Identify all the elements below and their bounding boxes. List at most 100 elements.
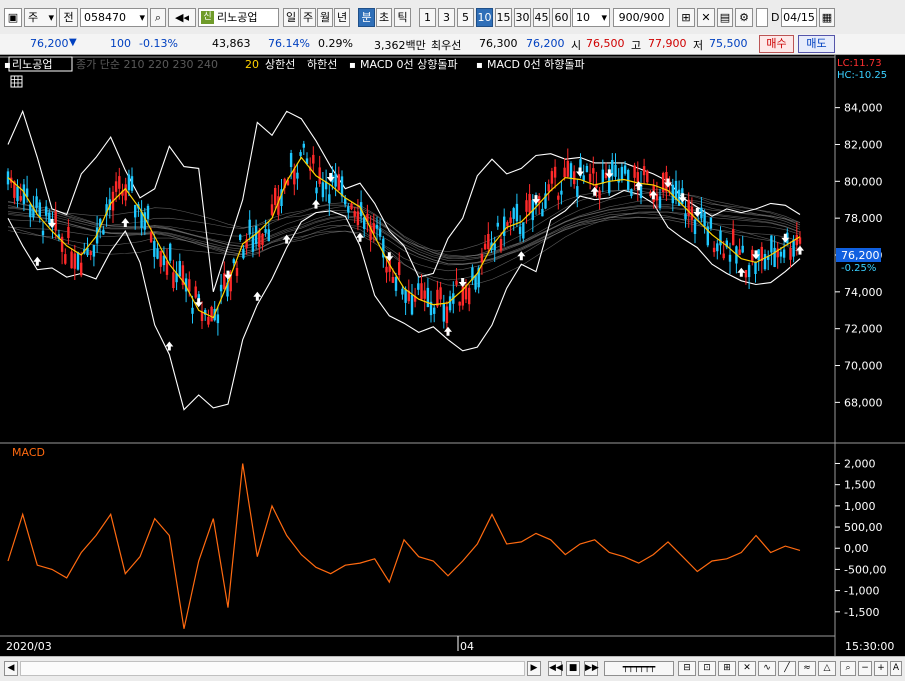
- y-tick-label: 78,000: [844, 212, 883, 225]
- shrink-icon[interactable]: ⊟: [678, 661, 696, 676]
- period-2[interactable]: 월: [317, 8, 333, 27]
- sell-button[interactable]: 매도: [798, 35, 835, 53]
- interval-5[interactable]: 5: [457, 8, 474, 27]
- interval-60[interactable]: 60: [552, 8, 571, 27]
- interval-10[interactable]: 10: [476, 8, 493, 27]
- period-6[interactable]: 틱: [394, 8, 411, 27]
- font-icon[interactable]: A: [890, 661, 902, 676]
- y-tick-label: 68,000: [844, 396, 883, 409]
- trend-icon[interactable]: ∿: [758, 661, 776, 676]
- legend-lower: 하한선: [307, 57, 337, 71]
- macd-tick-label: 0,00: [844, 542, 869, 555]
- stock-name-field[interactable]: 신 리노공업: [198, 8, 279, 27]
- candle-body: [716, 243, 719, 252]
- line-tool-icon[interactable]: ╱: [778, 661, 796, 676]
- candle-body: [474, 275, 477, 290]
- zoom-slider[interactable]: ┯┯┯┯┯┯: [604, 661, 674, 676]
- magnify-icon[interactable]: ⌕: [840, 661, 856, 676]
- candle-body: [102, 229, 105, 235]
- candle-body: [153, 240, 156, 257]
- best-quote-label: 최우선: [431, 39, 462, 52]
- chart-toolbar: ▣ 주 ▾ 전 058470 ▾ ⌕ ◀◂ 신 리노공업 일주월년분초틱 1 3 5 10 1…: [0, 0, 905, 35]
- date-prefix: D: [771, 11, 780, 24]
- prev-button[interactable]: 전: [59, 8, 78, 27]
- legend-ma20: 20: [245, 58, 259, 71]
- cross-icon[interactable]: ✕: [738, 661, 756, 676]
- candle-body: [512, 208, 515, 219]
- macd-tick-label: -500,00: [844, 563, 886, 576]
- expand-icon[interactable]: ⊞: [718, 661, 736, 676]
- layout-icon[interactable]: ▣: [4, 8, 22, 27]
- interval-1[interactable]: 1: [419, 8, 436, 27]
- candle-body: [302, 143, 305, 148]
- period-4[interactable]: 분: [358, 8, 375, 27]
- candle-body: [149, 232, 153, 243]
- interval-select[interactable]: 10 ▾: [572, 8, 610, 27]
- interval-3[interactable]: 3: [438, 8, 455, 27]
- candle-body: [146, 205, 150, 219]
- period-5[interactable]: 초: [376, 8, 392, 27]
- scroll-right-icon[interactable]: ▶: [527, 661, 541, 676]
- interval-15[interactable]: 15: [495, 8, 512, 27]
- speaker-icon[interactable]: ◀◂: [168, 8, 196, 27]
- triangle-icon[interactable]: △: [818, 661, 836, 676]
- minus-icon[interactable]: −: [858, 661, 872, 676]
- interval-30[interactable]: 30: [514, 8, 531, 27]
- buy-button[interactable]: 매수: [759, 35, 794, 53]
- count-field[interactable]: 900/900: [613, 8, 670, 27]
- candle-body: [684, 213, 687, 220]
- candle-body: [732, 229, 735, 246]
- play-icon[interactable]: ▶▶: [584, 661, 599, 676]
- legend-stock[interactable]: 리노공업: [12, 58, 52, 71]
- code-input[interactable]: 058470 ▾: [80, 8, 148, 27]
- period-3[interactable]: 년: [334, 8, 350, 27]
- candle-body: [134, 205, 137, 218]
- candle-body: [503, 216, 506, 236]
- candle-body: [344, 198, 347, 205]
- hc-label: HC:-10.25: [837, 70, 887, 81]
- price-chart[interactable]: 68,00070,00072,00074,00076,00078,00080,0…: [0, 55, 905, 656]
- plus-icon[interactable]: +: [874, 661, 888, 676]
- scroll-left-icon[interactable]: ◀: [4, 661, 18, 676]
- fit-icon[interactable]: ⊡: [698, 661, 716, 676]
- date-field[interactable]: 04/15: [781, 8, 817, 27]
- draw-tool-icon[interactable]: ✕: [697, 8, 715, 27]
- legend-signal-up: MACD 0선 상향돌파: [360, 58, 458, 71]
- calendar-icon[interactable]: ▦: [819, 8, 835, 27]
- period-0[interactable]: 일: [283, 8, 299, 27]
- date-checkbox[interactable]: [756, 8, 768, 27]
- candle-body: [773, 247, 776, 267]
- rewind-icon[interactable]: ◀◀: [548, 661, 563, 676]
- interval-45[interactable]: 45: [533, 8, 550, 27]
- market-select[interactable]: 주 ▾: [24, 8, 57, 27]
- market-value: 주: [28, 11, 39, 24]
- candle-body: [747, 265, 751, 277]
- indicator-icon[interactable]: ⊞: [677, 8, 695, 27]
- gear-icon[interactable]: ⚙: [735, 8, 753, 27]
- candle-body: [60, 236, 64, 252]
- stop-icon[interactable]: ■: [566, 661, 580, 676]
- candle-body: [270, 204, 274, 216]
- candle-body: [553, 166, 557, 178]
- x-label-04: 04: [460, 640, 474, 653]
- candle-body: [251, 235, 255, 252]
- wave-icon[interactable]: ≈: [798, 661, 816, 676]
- candle-body: [410, 294, 414, 315]
- scroll-track[interactable]: [20, 661, 525, 676]
- chart-area[interactable]: 68,00070,00072,00074,00076,00078,00080,0…: [0, 55, 905, 656]
- quote-bar: 76,200 ▼ 100 -0.13% 43,863 76.14% 0.29% …: [0, 34, 905, 55]
- trade-amount: 3,362백만: [374, 39, 426, 52]
- candle-body: [458, 301, 461, 306]
- save-icon[interactable]: ▤: [717, 8, 733, 27]
- candle-body: [404, 289, 407, 303]
- candle-body: [248, 219, 251, 235]
- candle-body: [385, 266, 388, 273]
- candle-body: [620, 166, 624, 181]
- candle-body: [41, 230, 45, 236]
- search-icon[interactable]: ⌕: [150, 8, 166, 27]
- candle-body: [719, 230, 722, 246]
- period-1[interactable]: 주: [300, 8, 316, 27]
- candle-body: [550, 171, 554, 184]
- candle-body: [315, 187, 318, 194]
- candle-body: [48, 212, 51, 224]
